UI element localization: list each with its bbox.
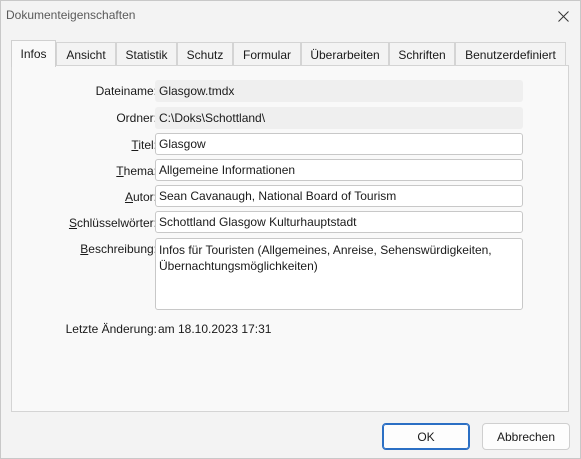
tab-label: Überarbeiten [310,47,380,62]
close-icon [557,10,569,22]
tab-label: Schriften [398,47,446,62]
label-accesskey: T [116,164,124,178]
folder-label: Ordner: [116,111,157,125]
description-label: Beschreibung: [22,242,157,256]
tab-label: Benutzerdefiniert [465,47,556,62]
subject-label: Thema: [22,164,157,178]
tab-infos[interactable]: Infos [11,40,56,67]
label-accesskey: S [68,216,77,230]
keywords-input[interactable] [155,211,523,233]
title-bar: Dokumenteigenschaften [1,1,580,31]
window-title: Dokumenteigenschaften [6,8,136,22]
infos-panel: Dateiname: Glasgow.tmdx Ordner: C:\Doks\… [11,65,569,412]
tab-label: Formular [242,47,291,62]
label-text: eschreibung: [88,242,157,256]
tab-ueberarbeiten[interactable]: Überarbeiten [301,42,389,66]
tab-schriften[interactable]: Schriften [389,42,455,66]
tab-label: Ansicht [66,47,106,62]
title-label: Titel: [22,138,157,152]
filename-field: Glasgow.tmdx [155,80,523,102]
close-button[interactable] [546,1,580,31]
cancel-button[interactable]: Abbrechen [482,423,570,450]
keywords-label: Schlüsselwörter: [22,216,157,230]
subject-input[interactable] [155,159,523,181]
folder-field: C:\Doks\Schottland\ [155,107,523,129]
description-textarea[interactable]: Infos für Touristen (Allgemeines, Anreis… [155,238,523,310]
last-change-label: Letzte Änderung: [65,322,157,336]
title-input[interactable] [155,133,523,155]
tab-strip: Infos Ansicht Statistik Schutz Formular … [11,40,566,67]
author-label: Autor: [22,190,157,204]
tab-label: Infos [20,47,47,61]
filename-label: Dateiname: [95,84,157,98]
author-input[interactable] [155,185,523,207]
label-text: hema: [123,164,157,178]
last-change-value: am 18.10.2023 17:31 [158,322,272,336]
tab-label: Statistik [125,47,168,62]
ok-button[interactable]: OK [382,423,470,450]
label-text: chlüsselwörter: [76,216,157,230]
tab-schutz[interactable]: Schutz [177,42,233,66]
tab-statistik[interactable]: Statistik [116,42,177,66]
tab-formular[interactable]: Formular [233,42,301,66]
tab-ansicht[interactable]: Ansicht [56,42,116,66]
label-text: utor: [132,190,157,204]
label-accesskey: A [124,190,133,204]
document-properties-dialog: Dokumenteigenschaften Infos Ansicht Stat… [0,0,581,459]
tab-benutzerdefiniert[interactable]: Benutzerdefiniert [455,42,566,66]
tab-label: Schutz [186,47,224,62]
